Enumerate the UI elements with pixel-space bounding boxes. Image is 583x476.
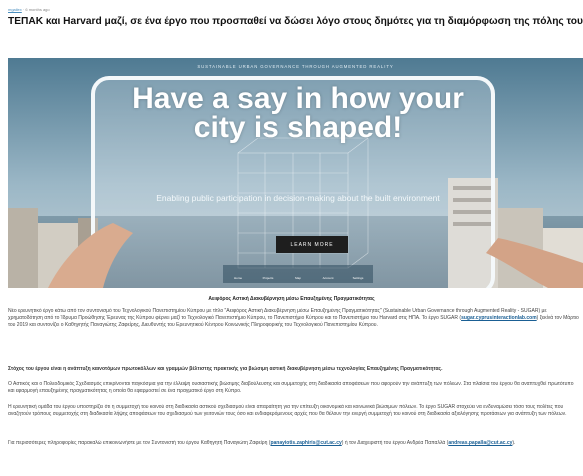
manager-email-link[interactable]: andreas.papalla@cut.ac.cy	[448, 440, 512, 446]
paragraph-text: Για περισσότερες πληροφορίες παρακαλώ επ…	[8, 440, 271, 446]
hero-app-tabs: Home Projects Map Account Settings	[223, 265, 373, 283]
post-time: 6 months ago	[25, 7, 50, 12]
tab-account: Account	[322, 276, 334, 280]
article-title: ΤΕΠΑΚ και Harvard μαζί, σε ένα έργο που …	[8, 16, 583, 27]
paragraph-text: ) ή τον Διαχειριστή του έργου Ανδρέα Παπ…	[341, 440, 449, 446]
sugar-website-link[interactable]: sugar.cyprusinteractionlab.com	[461, 315, 537, 321]
paragraph-goal: Στόχος του έργου είναι η ανάπτυξη καινοτ…	[8, 366, 443, 372]
coordinator-email-link[interactable]: panayiotis.zaphiris@cut.ac.cy	[270, 440, 341, 446]
article-meta: mgailex · 6 months ago	[8, 7, 50, 12]
tab-map: Map	[295, 276, 301, 280]
hero-image: SUSTAINABLE URBAN GOVERNANCE THROUGH AUG…	[8, 58, 583, 288]
paragraph-team: Η ερευνητική ομάδα του έργου υποστηρίζει…	[8, 404, 567, 418]
paragraph-contact: Για περισσότερες πληροφορίες παρακαλώ επ…	[8, 440, 581, 456]
image-caption: Αειφόρος Αστική Διακυβέρνηση μέσω Επαυξη…	[208, 296, 375, 302]
learn-more-button[interactable]: LEARN MORE	[276, 236, 348, 253]
paragraph-planning: Ο Αστικός και ο Πολεοδομικός Σχεδιασμός …	[8, 381, 574, 395]
author-link[interactable]: mgailex	[8, 7, 22, 12]
paragraph-text: ).	[512, 440, 516, 446]
hero-headline: Have a say in how your city is shaped!	[132, 82, 464, 144]
hero-banner: SUSTAINABLE URBAN GOVERNANCE THROUGH AUG…	[197, 64, 394, 69]
tab-projects: Projects	[262, 276, 274, 280]
hero-subline: Enabling public participation in decisio…	[156, 193, 440, 203]
tab-settings: Settings	[352, 276, 364, 280]
tab-home: Home	[233, 276, 242, 280]
paragraph-intro: Νέο ερευνητικό έργο κάτω από τον συντονι…	[8, 308, 581, 358]
hero-overlay: SUSTAINABLE URBAN GOVERNANCE THROUGH AUG…	[8, 58, 583, 288]
